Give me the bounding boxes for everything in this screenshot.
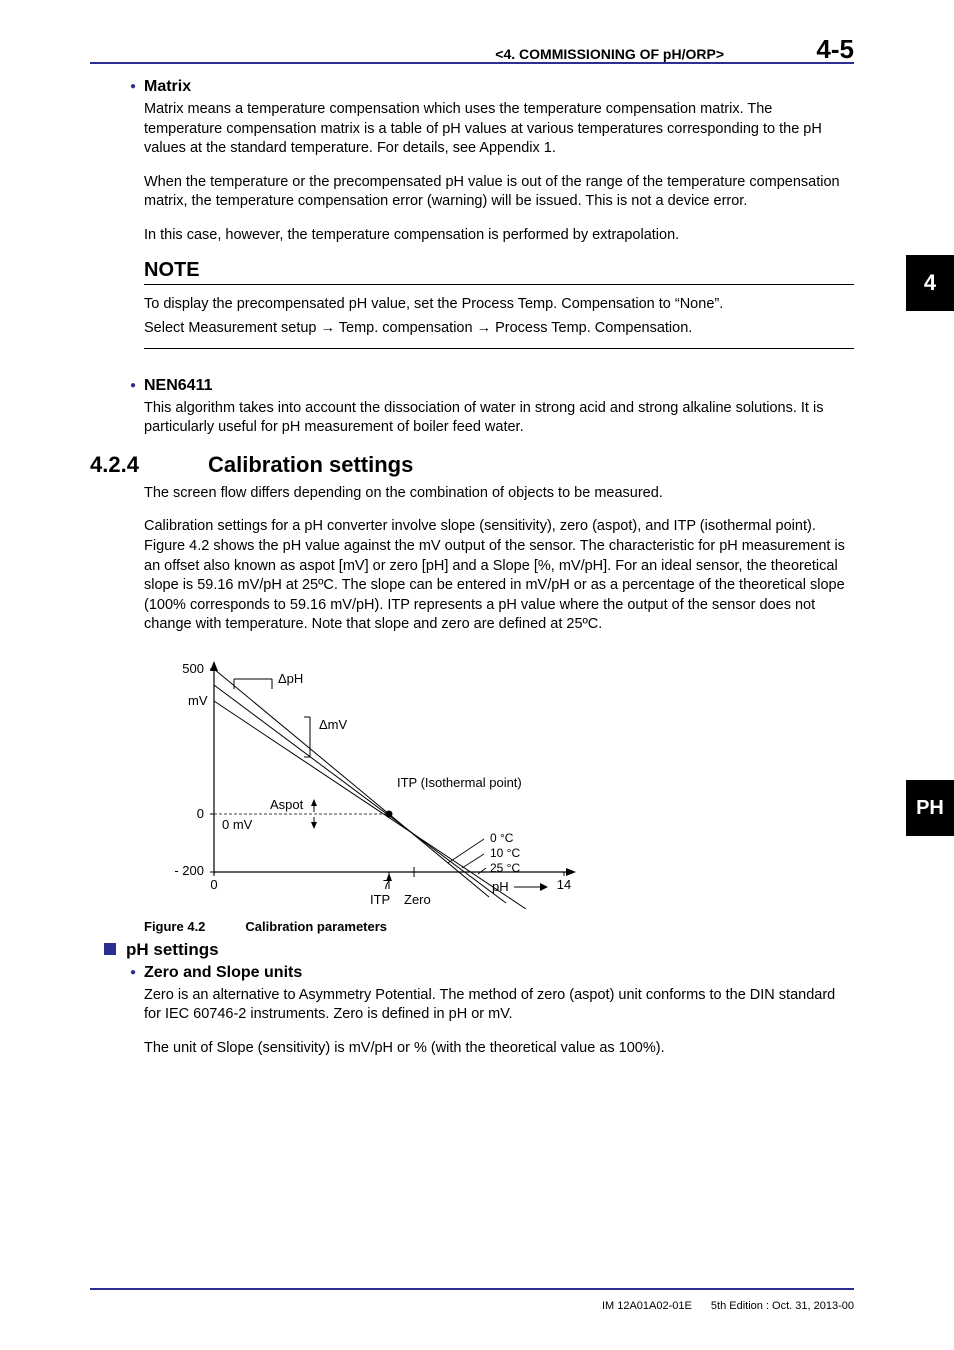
zs-p2: The unit of Slope (sensitivity) is mV/pH… bbox=[144, 1039, 854, 1059]
matrix-p1: Matrix means a temperature compensation … bbox=[144, 100, 854, 159]
matrix-p3: In this case, however, the temperature c… bbox=[144, 226, 854, 246]
label-10c: 10 °C bbox=[490, 846, 520, 860]
xtick-7: 7 bbox=[383, 877, 390, 892]
header-rule bbox=[90, 62, 854, 64]
label-25c: 25 °C bbox=[490, 861, 520, 875]
nen-p1: This algorithm takes into account the di… bbox=[144, 399, 854, 438]
ytick-0: 0 bbox=[197, 806, 204, 821]
zs-p1: Zero is an alternative to Asymmetry Pote… bbox=[144, 986, 854, 1025]
xtick-14: 14 bbox=[557, 877, 571, 892]
side-tab-chapter: 4 bbox=[906, 255, 954, 311]
section-num: 4.2.4 bbox=[90, 452, 208, 478]
heading-matrix-text: Matrix bbox=[144, 78, 191, 95]
label-ph: pH bbox=[492, 879, 509, 894]
ytick-500: 500 bbox=[182, 661, 204, 676]
yaxis-mv: mV bbox=[188, 693, 208, 708]
section-title: Calibration settings bbox=[208, 452, 413, 477]
heading-nen-text: NEN6411 bbox=[144, 377, 213, 394]
heading-ph-settings: pH settings bbox=[104, 940, 854, 960]
label-0mv: 0 mV bbox=[222, 817, 253, 832]
figure-4-2: 500 mV 0 - 200 0 7 14 ΔpH ΔmV ITP (Isoth… bbox=[144, 649, 854, 909]
figure-title: Calibration parameters bbox=[245, 919, 387, 934]
xtick-0: 0 bbox=[210, 877, 217, 892]
label-zero: Zero bbox=[404, 892, 431, 907]
footer-text: IM 12A01A02-01E 5th Edition : Oct. 31, 2… bbox=[602, 1300, 854, 1312]
heading-zero-slope: Zero and Slope units bbox=[132, 964, 854, 982]
footer-edition: 5th Edition : Oct. 31, 2013-00 bbox=[711, 1300, 854, 1312]
note-line-2: Select Measurement setup → Temp. compens… bbox=[144, 317, 854, 340]
note-title: NOTE bbox=[144, 259, 854, 285]
cal-p1: The screen flow differs depending on the… bbox=[144, 484, 854, 504]
heading-ph-settings-text: pH settings bbox=[126, 940, 219, 959]
chapter-label: <4. COMMISSIONING OF pH/ORP> bbox=[495, 46, 724, 62]
footer-rule bbox=[90, 1288, 854, 1290]
figure-number: Figure 4.2 bbox=[144, 919, 205, 934]
ytick-neg200: - 200 bbox=[174, 863, 204, 878]
figure-caption: Figure 4.2 Calibration parameters bbox=[144, 919, 854, 934]
calibration-chart: 500 mV 0 - 200 0 7 14 ΔpH ΔmV ITP (Isoth… bbox=[144, 649, 624, 909]
note-line-1: To display the precompensated pH value, … bbox=[144, 293, 854, 316]
note-body: To display the precompensated pH value, … bbox=[144, 285, 854, 348]
side-tab-ph: PH bbox=[906, 780, 954, 836]
footer-docid: IM 12A01A02-01E bbox=[602, 1300, 692, 1312]
cal-p2: Calibration settings for a pH converter … bbox=[144, 517, 854, 634]
section-heading-calibration: 4.2.4Calibration settings bbox=[90, 452, 854, 478]
heading-nen: NEN6411 bbox=[132, 377, 854, 395]
label-itpx: ITP bbox=[370, 892, 390, 907]
label-aspot: Aspot bbox=[270, 797, 304, 812]
label-dph: ΔpH bbox=[278, 671, 303, 686]
page-number: 4-5 bbox=[816, 34, 854, 65]
matrix-p2: When the temperature or the precompensat… bbox=[144, 173, 854, 212]
label-dmv: ΔmV bbox=[319, 717, 348, 732]
heading-zero-slope-text: Zero and Slope units bbox=[144, 964, 302, 981]
heading-matrix: Matrix bbox=[132, 78, 854, 96]
label-0c: 0 °C bbox=[490, 831, 514, 845]
label-itp: ITP (Isothermal point) bbox=[397, 775, 522, 790]
